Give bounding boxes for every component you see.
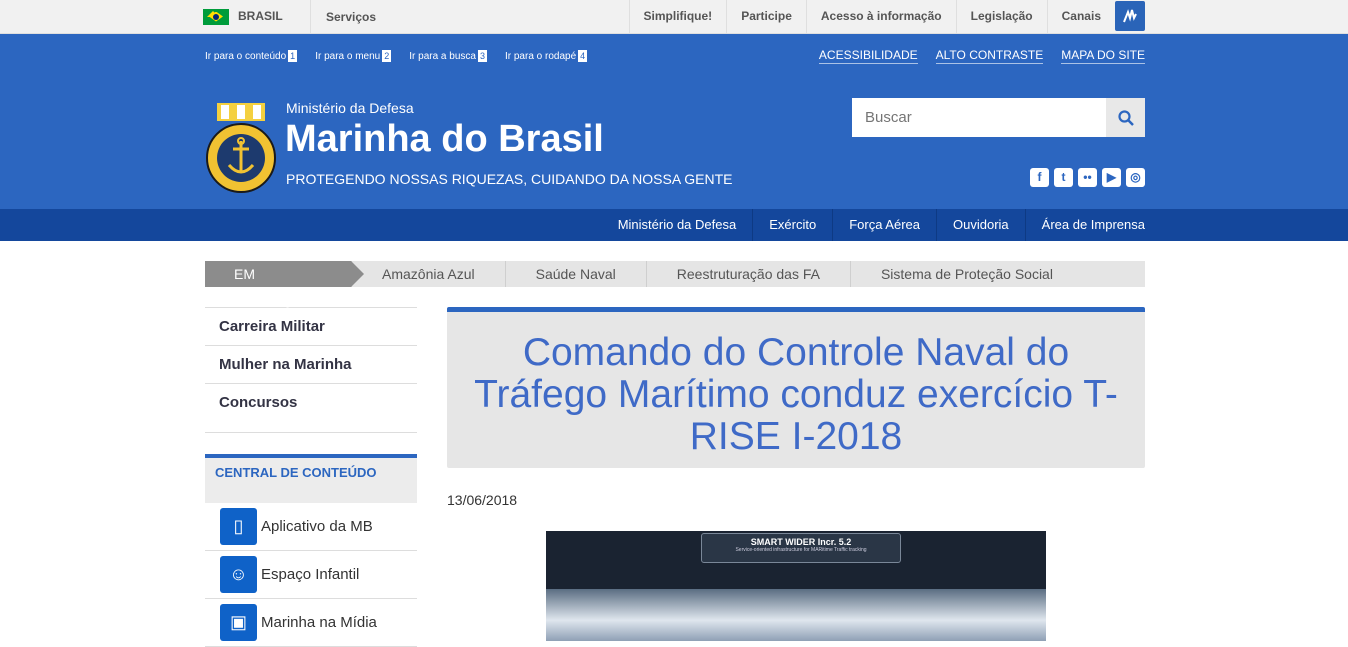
gov-link-acesso-informacao[interactable]: Acesso à informação xyxy=(805,0,956,33)
smartphone-icon: ▯ xyxy=(220,508,257,545)
highlight-reestruturacao[interactable]: Reestruturação das FA xyxy=(645,261,850,287)
site-slogan: PROTEGENDO NOSSAS RIQUEZAS, CUIDANDO DA … xyxy=(286,171,733,187)
ministry-label[interactable]: Ministério da Defesa xyxy=(286,100,414,116)
gov-servicos-link[interactable]: Serviços xyxy=(326,10,376,24)
mascot-icon: ☺ xyxy=(220,556,257,593)
gov-link-participe[interactable]: Participe xyxy=(726,0,806,33)
world-map-image xyxy=(546,589,1046,641)
media-icon: ▣ xyxy=(220,604,257,641)
marinha-emblem-logo[interactable] xyxy=(205,101,277,195)
sidebar: Carreira Militar Mulher na Marinha Concu… xyxy=(205,307,417,647)
acessibilidade-link[interactable]: ACESSIBILIDADE xyxy=(818,48,918,64)
access-shortcuts: Ir para o conteúdo 1 Ir para o menu 2 Ir p… xyxy=(205,50,588,62)
accessibility-links: ACESSIBILIDADE ALTO CONTRASTE MAPA DO SI… xyxy=(818,48,1145,64)
highlights-label: EM DESTAQUE xyxy=(205,261,364,308)
central-item-aplicativo[interactable]: ▯ Aplicativo da MB xyxy=(205,503,417,551)
central-item-marinha-midia[interactable]: ▣ Marinha na Mídia xyxy=(205,599,417,647)
search-box xyxy=(852,98,1145,137)
search-button[interactable] xyxy=(1106,98,1145,137)
flickr-icon[interactable]: •• xyxy=(1078,168,1097,187)
article-date: 13/06/2018 xyxy=(447,492,518,508)
twitter-icon[interactable]: t xyxy=(1054,168,1073,187)
sidebar-item-concursos[interactable]: Concursos xyxy=(205,383,417,433)
nav-forca-aerea[interactable]: Força Aérea xyxy=(832,209,936,241)
central-item-label: Aplicativo da MB xyxy=(261,518,373,535)
facebook-icon[interactable]: f xyxy=(1030,168,1049,187)
central-item-espaco-infantil[interactable]: ☺ Espaço Infantil xyxy=(205,551,417,599)
highlight-amazonia-azul[interactable]: Amazônia Azul xyxy=(351,261,505,287)
article-title: Comando do Controle Naval do Tráfego Mar… xyxy=(474,331,1118,458)
highlight-protecao-social[interactable]: Sistema de Proteção Social xyxy=(849,261,1083,287)
site-title[interactable]: Marinha do Brasil xyxy=(285,118,604,161)
alto-contraste-link[interactable]: ALTO CONTRASTE xyxy=(935,48,1044,64)
nav-exercito[interactable]: Exército xyxy=(752,209,832,241)
central-item-label: Espaço Infantil xyxy=(261,566,360,583)
shortcut-content[interactable]: Ir para o conteúdo 1 xyxy=(205,50,298,62)
search-icon xyxy=(1117,109,1134,126)
brazil-flag-icon[interactable] xyxy=(203,8,229,25)
mapa-do-site-link[interactable]: MAPA DO SITE xyxy=(1061,48,1145,64)
main-nav: Ministério da Defesa Exército Força Aére… xyxy=(0,209,1348,241)
instagram-icon[interactable]: ◎ xyxy=(1126,168,1145,187)
central-item-label: Marinha na Mídia xyxy=(261,614,377,631)
image-caption-box: SMART WIDER Incr. 5.2 Service-oriented i… xyxy=(701,533,901,563)
social-links: f t •• ▶ ◎ xyxy=(1030,168,1145,187)
central-conteudo-title: CENTRAL DE CONTEÚDO xyxy=(205,454,417,503)
shortcut-footer[interactable]: Ir para o rodapé 4 xyxy=(505,50,588,62)
gov-bar: BRASIL Serviços Simplifique! Participe A… xyxy=(0,0,1348,34)
site-header: Ir para o conteúdo 1 Ir para o menu 2 Ir p… xyxy=(0,34,1348,209)
vlibras-hand-icon[interactable] xyxy=(1115,1,1145,31)
highlights-bar: EM DESTAQUE Amazônia Azul Saúde Naval Re… xyxy=(205,261,1145,308)
article-title-box: Comando do Controle Naval do Tráfego Mar… xyxy=(447,307,1145,468)
shortcut-search[interactable]: Ir para a busca 3 xyxy=(409,50,487,62)
youtube-icon[interactable]: ▶ xyxy=(1102,168,1121,187)
article: Comando do Controle Naval do Tráfego Mar… xyxy=(447,307,1145,647)
gov-link-legislacao[interactable]: Legislação xyxy=(955,0,1047,33)
shortcut-menu[interactable]: Ir para o menu 2 xyxy=(315,50,392,62)
image-caption-title: SMART WIDER Incr. 5.2 xyxy=(750,537,852,547)
nav-ministerio-defesa[interactable]: Ministério da Defesa xyxy=(602,209,753,241)
nav-ouvidoria[interactable]: Ouvidoria xyxy=(936,209,1025,241)
gov-link-simplifique[interactable]: Simplifique! xyxy=(628,0,727,33)
highlight-saude-naval[interactable]: Saúde Naval xyxy=(504,261,646,287)
sidebar-item-mulher-marinha[interactable]: Mulher na Marinha xyxy=(205,345,417,383)
nav-area-imprensa[interactable]: Área de Imprensa xyxy=(1024,209,1145,241)
gov-link-canais[interactable]: Canais xyxy=(1046,0,1115,33)
search-input[interactable] xyxy=(852,98,1106,137)
gov-brasil-link[interactable]: BRASIL xyxy=(238,0,311,33)
image-caption-sub: Service-oriented infrastructure for MARi… xyxy=(735,547,867,553)
